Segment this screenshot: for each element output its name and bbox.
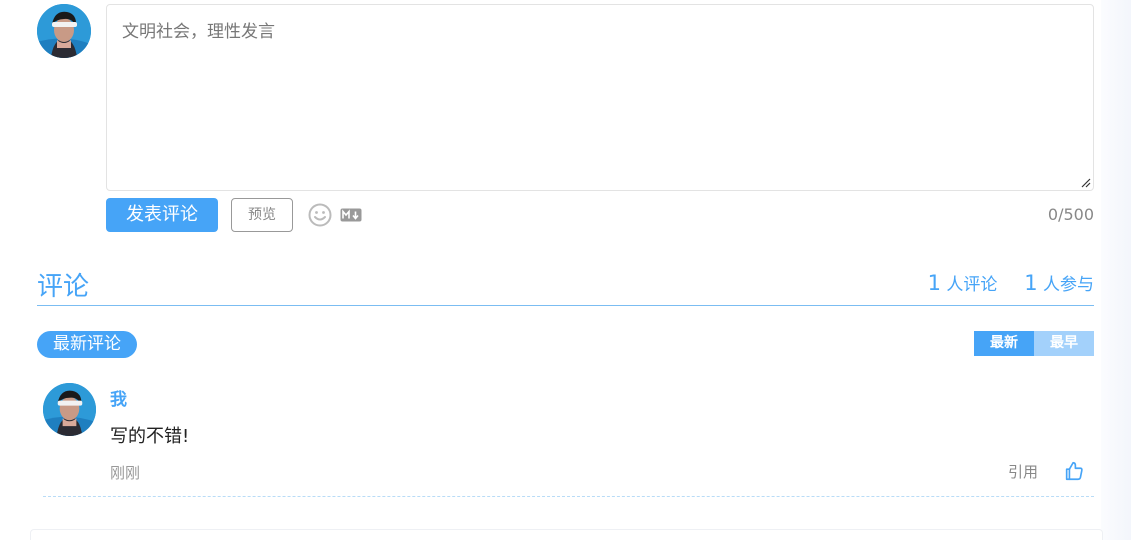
participant-count-label: 人参与 [1043,275,1094,295]
section-divider [37,305,1094,306]
comment-editor[interactable] [106,4,1094,191]
commenter-avatar[interactable] [43,383,96,436]
resize-handle-icon[interactable] [1081,178,1091,188]
comment-timestamp: 刚刚 [110,464,141,482]
sort-newest-button[interactable]: 最新 [974,331,1034,356]
quote-button[interactable]: 引用 [1008,461,1038,482]
preview-button[interactable]: 预览 [231,198,293,232]
user-avatar [37,4,91,58]
comment-text: 写的不错! [110,426,190,447]
latest-comments-badge: 最新评论 [37,331,137,358]
thumbs-up-icon[interactable] [1063,460,1085,482]
comment-textarea[interactable] [107,5,1093,190]
markdown-icon[interactable] [340,208,362,222]
next-card-edge [30,529,1103,540]
comment-stats: 1 人评论 1 人参与 [928,270,1094,295]
comment-author[interactable]: 我 [110,385,127,410]
comments-title: 评论 [37,272,90,302]
comment-page: 发表评论 预览 0/500 评论 1 人评论 1 人参与 最新评论 最新 最早 [0,0,1131,540]
comment-count-label: 人评论 [946,275,998,295]
comment-divider [43,496,1094,497]
participant-count: 1 [1024,271,1038,295]
submit-comment-button[interactable]: 发表评论 [106,198,218,232]
sort-oldest-button[interactable]: 最早 [1034,331,1094,356]
comment-count: 1 [927,271,941,295]
page-edge-shadow [1101,0,1131,540]
char-counter: 0/500 [1047,205,1094,224]
smiley-face-icon[interactable] [308,203,332,227]
